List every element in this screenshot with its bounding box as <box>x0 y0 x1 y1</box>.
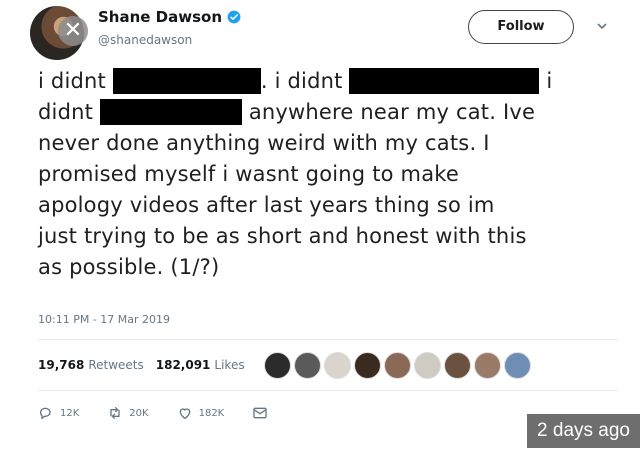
reply-icon <box>40 407 51 419</box>
redaction-bar <box>349 68 540 94</box>
liker-avatar[interactable] <box>504 352 531 379</box>
message-button[interactable] <box>252 405 274 421</box>
likers-avatars <box>264 352 534 379</box>
retweets-count[interactable]: 19,768 <box>38 358 84 372</box>
tweet-text: i didnt . i didnt i didnt anywhere near … <box>38 66 618 283</box>
retweet-icon <box>110 407 120 419</box>
envelope-icon <box>253 407 267 419</box>
likes-label[interactable]: Likes <box>214 358 244 372</box>
liker-avatar[interactable] <box>264 352 291 379</box>
retweet-count: 20K <box>129 407 149 419</box>
redaction-bar <box>99 99 242 125</box>
tweet-line-2: didnt anywhere near my cat. Ive <box>38 99 536 125</box>
tweet-line-1: i didnt . i didnt i <box>38 68 553 94</box>
like-count: 182K <box>198 407 225 419</box>
follow-button[interactable]: Follow <box>468 10 574 44</box>
time-ago-badge: 2 days ago <box>527 414 640 448</box>
name-row: Shane Dawson <box>98 8 241 26</box>
tweet-line-6: just trying to be as short and honest wi… <box>38 224 527 248</box>
redaction-bar <box>112 68 261 94</box>
liker-avatar[interactable] <box>444 352 471 379</box>
like-button[interactable]: 182K <box>177 405 225 421</box>
display-name[interactable]: Shane Dawson <box>98 8 222 26</box>
user-handle[interactable]: @shanedawson <box>98 33 192 47</box>
avatar-wrapper[interactable]: ✕ <box>30 6 88 60</box>
close-icon[interactable]: ✕ <box>58 16 88 46</box>
divider <box>38 390 618 391</box>
reply-button[interactable]: 12K <box>38 405 79 421</box>
likes-count[interactable]: 182,091 <box>156 358 211 372</box>
engagement-stats: 19,768 Retweets 182,091 Likes <box>38 358 257 372</box>
verified-badge-icon <box>227 10 241 24</box>
tweet-line-7: as possible. (1/?) <box>38 255 220 279</box>
liker-avatar[interactable] <box>294 352 321 379</box>
reply-count: 12K <box>60 407 80 419</box>
liker-avatar[interactable] <box>324 352 351 379</box>
tweet-line-5: apology videos after last years thing so… <box>38 193 495 217</box>
tweet-line-3: never done anything weird with my cats. … <box>38 131 490 155</box>
tweet-timestamp[interactable]: 10:11 PM - 17 Mar 2019 <box>38 313 170 326</box>
liker-avatar[interactable] <box>384 352 411 379</box>
retweets-label[interactable]: Retweets <box>88 358 143 372</box>
liker-avatar[interactable] <box>474 352 501 379</box>
liker-avatar[interactable] <box>414 352 441 379</box>
chevron-down-icon[interactable] <box>596 20 608 32</box>
heart-icon <box>179 408 190 419</box>
tweet-line-4: promised myself i wasnt going to make <box>38 162 460 186</box>
liker-avatar[interactable] <box>354 352 381 379</box>
retweet-button[interactable]: 20K <box>107 405 149 421</box>
action-bar: 12K 20K 182K <box>38 405 302 421</box>
divider <box>38 339 618 340</box>
